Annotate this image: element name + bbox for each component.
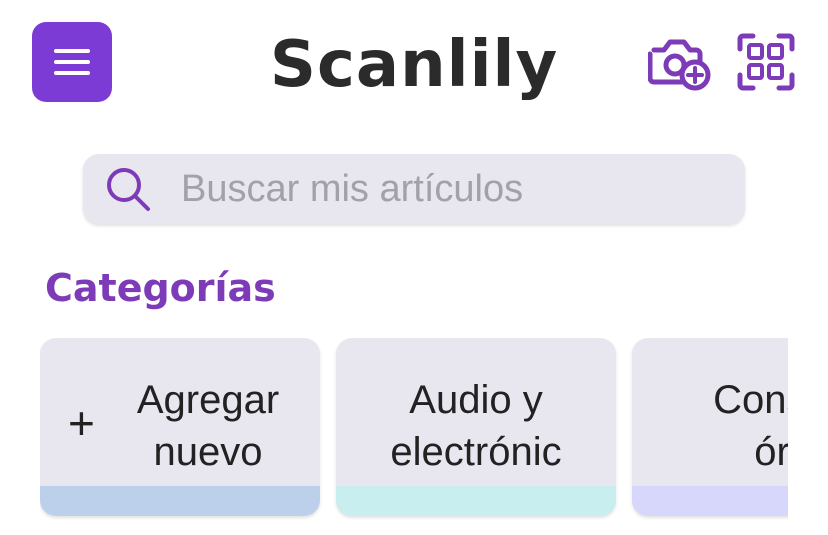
camera-add-icon xyxy=(648,39,711,91)
category-card-label: Agregar nuevo xyxy=(136,378,280,474)
plus-icon: + xyxy=(68,397,95,449)
category-color-strip xyxy=(336,486,616,516)
search-input[interactable] xyxy=(179,166,723,212)
qr-scan-icon xyxy=(737,33,795,91)
add-photo-button[interactable] xyxy=(648,32,712,92)
category-card-audio[interactable]: Audio y electrónic xyxy=(336,338,616,516)
search-icon xyxy=(103,164,153,214)
category-card-label: Constr ór xyxy=(713,378,788,474)
category-card-label: Audio y electrónic xyxy=(390,378,562,474)
scan-button[interactable] xyxy=(734,32,798,92)
category-color-strip xyxy=(40,486,320,516)
category-color-strip xyxy=(632,486,788,516)
category-card-add-new[interactable]: + Agregar nuevo xyxy=(40,338,320,516)
categories-list: + Agregar nuevo Audio y electrónic Const… xyxy=(40,338,788,523)
category-card-construction[interactable]: Constr ór xyxy=(632,338,788,516)
search-bar[interactable] xyxy=(83,154,745,224)
categories-title: Categorías xyxy=(45,266,276,310)
